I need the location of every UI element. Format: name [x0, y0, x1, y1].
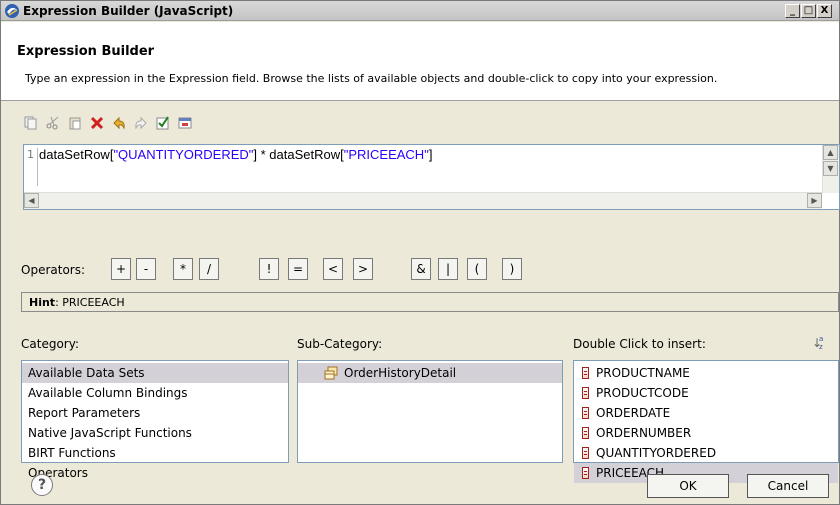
- undo-icon[interactable]: [111, 115, 127, 131]
- subcategory-label: Sub-Category:: [297, 337, 383, 351]
- column-icon: [582, 407, 589, 419]
- validate-icon[interactable]: [155, 115, 171, 131]
- svg-text:a: a: [819, 335, 823, 343]
- expression-text[interactable]: dataSetRow["QUANTITYORDERED"] * dataSetR…: [39, 147, 432, 162]
- subcategory-list[interactable]: OrderHistoryDetail: [297, 360, 563, 463]
- subcategory-item-orderhistorydetail[interactable]: OrderHistoryDetail: [298, 363, 562, 383]
- category-item-operators[interactable]: Operators: [22, 463, 288, 483]
- scroll-right-icon[interactable]: ▶: [807, 193, 822, 208]
- column-icon: [582, 367, 589, 379]
- dataset-icon: [324, 366, 338, 380]
- category-label: Category:: [21, 337, 79, 351]
- horizontal-scrollbar[interactable]: ◀ ▶: [24, 192, 822, 209]
- redo-icon[interactable]: [133, 115, 149, 131]
- insert-item-label: ORDERDATE: [596, 406, 671, 420]
- category-item-native-javascript-functions[interactable]: Native JavaScript Functions: [22, 423, 288, 443]
- line-number: 1: [26, 148, 38, 186]
- insert-list[interactable]: PRODUCTNAME PRODUCTCODE ORDERDATE ORDERN…: [573, 360, 839, 483]
- insert-item-label: PRODUCTCODE: [596, 386, 689, 400]
- dialog-header: Expression Builder Type an expression in…: [1, 22, 839, 101]
- cut-icon[interactable]: [45, 115, 61, 131]
- window-title: Expression Builder (JavaScript): [23, 4, 234, 18]
- scroll-up-icon[interactable]: ▲: [823, 145, 838, 160]
- category-item-report-parameters[interactable]: Report Parameters: [22, 403, 288, 423]
- category-item-available-column-bindings[interactable]: Available Column Bindings: [22, 383, 288, 403]
- insert-label: Double Click to insert:: [573, 337, 706, 351]
- operator-close-paren-button[interactable]: ): [502, 258, 522, 280]
- operator-or-button[interactable]: |: [438, 258, 458, 280]
- hint-label: Hint: [29, 296, 56, 309]
- paste-icon[interactable]: [67, 115, 83, 131]
- copy-icon[interactable]: [23, 115, 39, 131]
- header-description: Type an expression in the Expression fie…: [25, 72, 718, 85]
- code-token: dataSetRow[: [39, 147, 114, 162]
- operator-minus-button[interactable]: -: [136, 258, 156, 280]
- insert-item-quantityordered[interactable]: QUANTITYORDERED: [574, 443, 838, 463]
- code-token: ]: [428, 147, 433, 162]
- delete-icon[interactable]: [89, 115, 105, 131]
- code-string-token: "QUANTITYORDERED": [113, 147, 254, 162]
- maximize-button[interactable]: □: [801, 4, 816, 18]
- operator-greater-than-button[interactable]: >: [353, 258, 373, 280]
- category-item-available-data-sets[interactable]: Available Data Sets: [22, 363, 288, 383]
- operator-plus-button[interactable]: +: [111, 258, 131, 280]
- operator-equals-button[interactable]: =: [288, 258, 308, 280]
- operator-multiply-button[interactable]: *: [173, 258, 193, 280]
- category-list[interactable]: Available Data Sets Available Column Bin…: [21, 360, 289, 480]
- hint-value: : PRICEEACH: [55, 296, 125, 309]
- column-icon: [582, 387, 589, 399]
- subcategory-item-label: OrderHistoryDetail: [344, 366, 457, 380]
- cancel-button[interactable]: Cancel: [747, 474, 829, 498]
- expression-builder-dialog: Expression Builder (JavaScript) _ □ X Ex…: [0, 0, 840, 505]
- expression-editor[interactable]: 1 dataSetRow["QUANTITYORDERED"] * dataSe…: [23, 144, 840, 210]
- code-string-token: "PRICEEACH": [343, 147, 429, 162]
- column-icon: [582, 447, 589, 459]
- page-title: Expression Builder: [17, 44, 155, 59]
- scroll-left-icon[interactable]: ◀: [24, 193, 39, 208]
- ok-button[interactable]: OK: [647, 474, 729, 498]
- operator-divide-button[interactable]: /: [199, 258, 219, 280]
- column-icon: [582, 467, 589, 479]
- insert-item-productcode[interactable]: PRODUCTCODE: [574, 383, 838, 403]
- insert-item-label: QUANTITYORDERED: [596, 446, 717, 460]
- operator-not-button[interactable]: !: [259, 258, 279, 280]
- birt-logo-icon: [5, 4, 19, 18]
- svg-text:z: z: [819, 343, 823, 350]
- operator-open-paren-button[interactable]: (: [467, 258, 487, 280]
- title-bar: Expression Builder (JavaScript) _ □ X: [1, 1, 839, 21]
- insert-item-ordernumber[interactable]: ORDERNUMBER: [574, 423, 838, 443]
- minimize-button[interactable]: _: [785, 4, 800, 18]
- save-icon[interactable]: [177, 115, 193, 131]
- insert-item-orderdate[interactable]: ORDERDATE: [574, 403, 838, 423]
- operator-less-than-button[interactable]: <: [323, 258, 343, 280]
- insert-item-label: ORDERNUMBER: [596, 426, 692, 440]
- insert-item-label: PRODUCTNAME: [596, 366, 690, 380]
- scroll-down-icon[interactable]: ▼: [823, 161, 838, 176]
- operator-and-button[interactable]: &: [411, 258, 431, 280]
- operators-label: Operators:: [21, 263, 86, 277]
- insert-item-productname[interactable]: PRODUCTNAME: [574, 363, 838, 383]
- code-token: ] * dataSetRow[: [253, 147, 344, 162]
- vertical-scrollbar[interactable]: ▲ ▼: [822, 145, 839, 193]
- hint-bar: Hint: PRICEEACH: [21, 292, 839, 312]
- category-item-birt-functions[interactable]: BIRT Functions: [22, 443, 288, 463]
- column-icon: [582, 427, 589, 439]
- close-button[interactable]: X: [817, 4, 832, 18]
- help-icon[interactable]: ?: [31, 474, 53, 496]
- sort-az-icon[interactable]: ↓ a z: [811, 334, 827, 353]
